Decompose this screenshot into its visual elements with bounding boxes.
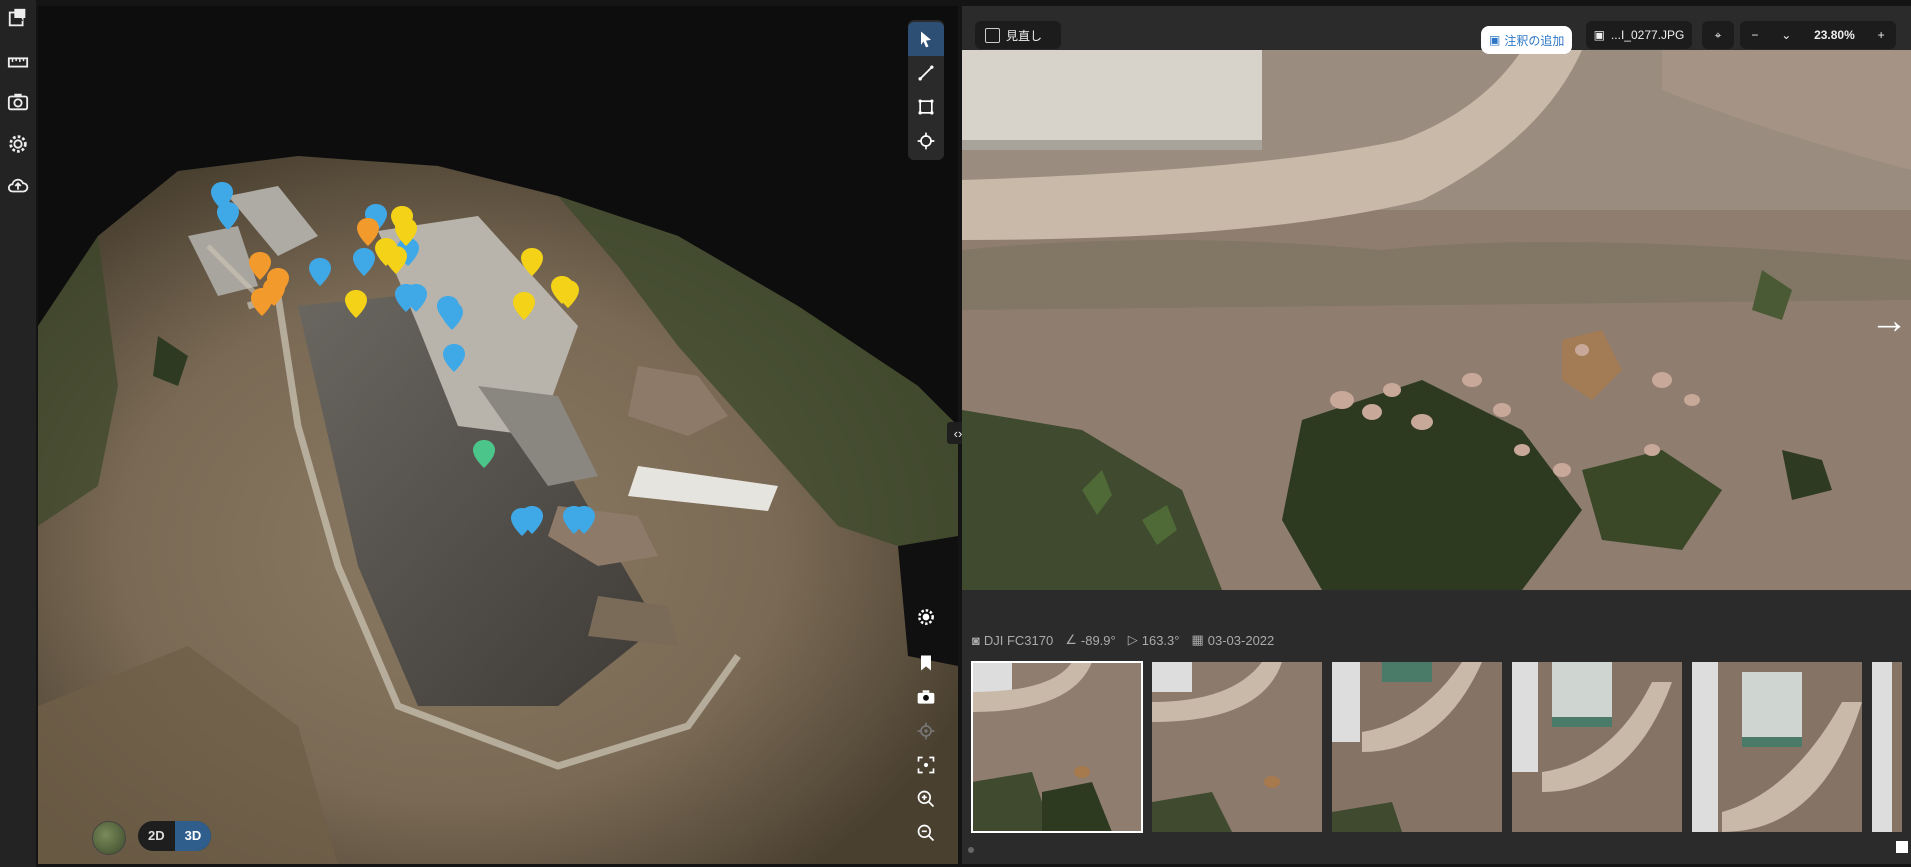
heading-value: 163.3° <box>1141 632 1180 648</box>
camera-icon: ◙ <box>972 632 980 648</box>
line-measure-icon[interactable] <box>908 56 944 90</box>
add-annotation-button[interactable]: ▣ 注釈の追加 <box>1481 26 1573 54</box>
aerial-photo-image <box>962 50 1911 590</box>
filmstrip-thumbnail[interactable] <box>1512 662 1682 832</box>
locate-photo-icon[interactable]: ⌖ <box>1702 21 1734 49</box>
checkbox-icon[interactable] <box>985 27 1000 43</box>
zoom-controls: − ⌄ 23.80% + <box>1740 21 1896 49</box>
scroll-thumb[interactable] <box>968 847 974 853</box>
review-checkbox[interactable]: 見直し <box>975 21 1061 49</box>
camera-icon[interactable] <box>4 88 32 116</box>
zoom-in-icon[interactable] <box>908 782 944 816</box>
filmstrip-thumbnail[interactable] <box>1692 662 1862 832</box>
heading-icon: ▷ <box>1127 632 1138 647</box>
left-toolbar <box>0 0 36 867</box>
scroll-end[interactable] <box>1896 841 1908 853</box>
3d-point-cloud-viewer[interactable]: 2D 3D <box>38 6 958 864</box>
area-measure-icon[interactable] <box>908 90 944 124</box>
fit-view-icon[interactable] <box>908 748 944 782</box>
measure-toolbar <box>908 20 944 160</box>
settings-gear-icon[interactable] <box>908 600 944 634</box>
file-name-chip[interactable]: ▣ ...I_0277.JPG <box>1586 21 1692 49</box>
filmstrip-thumbnail[interactable] <box>1872 662 1902 832</box>
aerial-photo[interactable] <box>962 50 1911 590</box>
ruler-icon[interactable] <box>4 48 32 76</box>
annotation-icon: ▣ <box>1489 33 1501 47</box>
camera-model: ◙ DJI FC3170 <box>972 633 1053 648</box>
bookmark-icon[interactable] <box>908 646 944 680</box>
filmstrip-thumbnail[interactable] <box>1332 662 1502 832</box>
basemap-toggle-thumbnail[interactable] <box>92 821 126 855</box>
target-icon[interactable] <box>908 124 944 158</box>
filmstrip-scrollbar[interactable] <box>968 841 1908 853</box>
camera-model-value: DJI FC3170 <box>983 632 1054 648</box>
zoom-level: 23.80% <box>1814 28 1855 42</box>
cloud-upload-icon[interactable] <box>4 172 32 200</box>
camera-icon[interactable] <box>908 680 944 714</box>
file-name: ...I_0277.JPG <box>1610 28 1685 42</box>
zoom-in-button[interactable]: + <box>1878 28 1885 42</box>
view-3d-button[interactable]: 3D <box>174 821 212 851</box>
image-icon: ▣ <box>1593 28 1605 42</box>
heading: ▷ 163.3° <box>1128 632 1180 648</box>
pitch-value: -89.9° <box>1080 632 1116 648</box>
exif-info-bar: ◙ DJI FC3170 ∠ -89.9° ▷ 163.3° ▦ 03-03-2022 <box>962 628 1911 652</box>
view-2d-button[interactable]: 2D <box>138 821 175 851</box>
chevron-down-icon[interactable]: ⌄ <box>1781 28 1791 42</box>
review-checkbox-label: 見直し <box>1006 28 1043 43</box>
point-cloud-scene[interactable] <box>38 6 958 864</box>
filmstrip-thumbnail[interactable] <box>971 661 1143 833</box>
next-photo-arrow-icon[interactable]: → <box>1870 300 1908 343</box>
locate-icon[interactable] <box>908 714 944 748</box>
layers-image-icon[interactable] <box>4 4 32 32</box>
zoom-out-icon[interactable] <box>908 816 944 850</box>
calendar-icon: ▦ <box>1191 632 1204 647</box>
add-annotation-label: 注釈の追加 <box>1504 33 1565 48</box>
photo-filmstrip <box>962 660 1911 836</box>
cursor-icon[interactable] <box>908 22 944 56</box>
zoom-out-button[interactable]: − <box>1751 28 1758 42</box>
pitch-icon: ∠ <box>1065 632 1077 647</box>
pitch: ∠ -89.9° <box>1065 632 1116 648</box>
filmstrip-thumbnail[interactable] <box>1152 662 1322 832</box>
view-mode-toggle[interactable]: 2D 3D <box>138 821 212 851</box>
capture-date: ▦ 03-03-2022 <box>1191 632 1274 648</box>
capture-date-value: 03-03-2022 <box>1207 632 1275 648</box>
navigation-toolbar <box>908 600 944 850</box>
gear-icon[interactable] <box>4 130 32 158</box>
